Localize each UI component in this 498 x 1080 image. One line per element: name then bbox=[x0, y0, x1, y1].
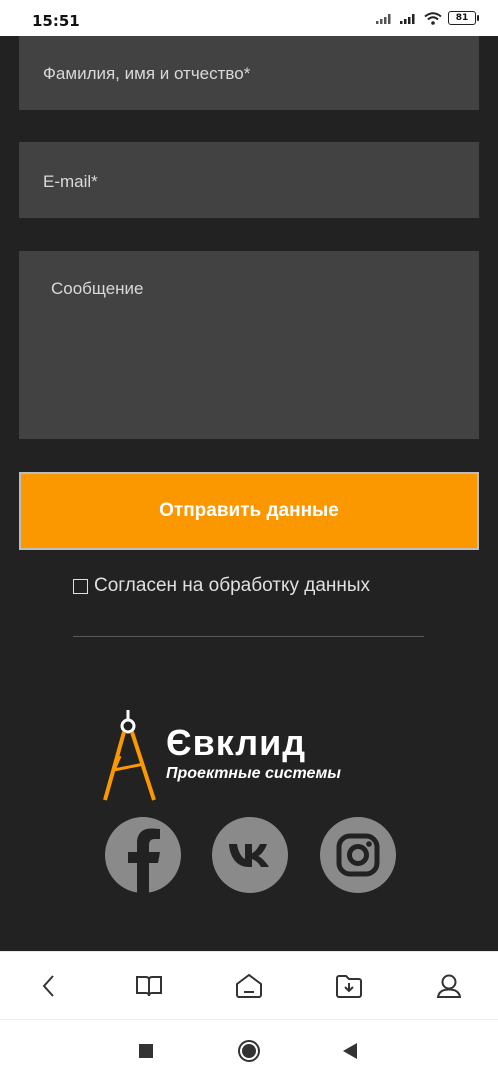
vk-icon bbox=[229, 844, 269, 867]
divider bbox=[73, 636, 424, 637]
message-field[interactable]: Сообщение bbox=[19, 251, 479, 439]
home-icon bbox=[236, 973, 262, 998]
compass-icon bbox=[103, 710, 156, 801]
full-name-field[interactable]: Фамилия, имя и отчество* bbox=[19, 36, 479, 110]
wifi-icon bbox=[424, 11, 442, 25]
recents-icon bbox=[139, 1044, 153, 1058]
consent-checkbox[interactable] bbox=[73, 578, 88, 594]
consent-row[interactable]: Согласен на обработку данных bbox=[73, 575, 370, 597]
submit-button[interactable]: Отправить данные bbox=[19, 472, 479, 550]
consent-label: Согласен на обработку данных bbox=[94, 575, 371, 596]
status-time: 15:51 bbox=[32, 12, 80, 30]
profile-icon bbox=[436, 974, 462, 998]
signal-icon bbox=[376, 14, 391, 24]
signal-icon bbox=[400, 14, 415, 24]
recents-button[interactable] bbox=[133, 1038, 159, 1064]
full-name-placeholder: Фамилия, имя и отчество* bbox=[43, 64, 251, 83]
status-icons: 81 bbox=[376, 11, 479, 25]
home-circle-icon bbox=[238, 1040, 260, 1062]
back-icon bbox=[42, 975, 54, 997]
email-placeholder: E-mail* bbox=[43, 172, 98, 191]
book-icon bbox=[136, 976, 162, 997]
battery-icon: 81 bbox=[448, 11, 479, 25]
system-home-button[interactable] bbox=[236, 1038, 262, 1064]
back-triangle-icon bbox=[343, 1043, 357, 1059]
facebook-link[interactable] bbox=[105, 817, 181, 893]
vk-link[interactable] bbox=[212, 817, 288, 893]
system-navigation bbox=[0, 1019, 498, 1080]
home-button[interactable] bbox=[233, 970, 265, 1002]
message-placeholder: Сообщение bbox=[51, 279, 144, 298]
instagram-link[interactable] bbox=[320, 817, 396, 893]
email-field[interactable]: E-mail* bbox=[19, 142, 479, 218]
brand-tagline: Проектные системы bbox=[166, 765, 341, 782]
download-icon bbox=[336, 975, 362, 998]
status-bar: 15:51 81 bbox=[0, 0, 498, 36]
browser-toolbar bbox=[0, 951, 498, 1019]
brand-logo[interactable]: Євклид Проектные системы bbox=[100, 708, 400, 808]
downloads-button[interactable] bbox=[333, 970, 365, 1002]
back-button[interactable] bbox=[33, 970, 65, 1002]
instagram-icon bbox=[336, 833, 380, 877]
profile-button[interactable] bbox=[433, 970, 465, 1002]
brand-name: Євклид bbox=[166, 722, 307, 763]
system-back-button[interactable] bbox=[337, 1038, 363, 1064]
bookmarks-button[interactable] bbox=[133, 970, 165, 1002]
facebook-icon bbox=[128, 828, 160, 893]
